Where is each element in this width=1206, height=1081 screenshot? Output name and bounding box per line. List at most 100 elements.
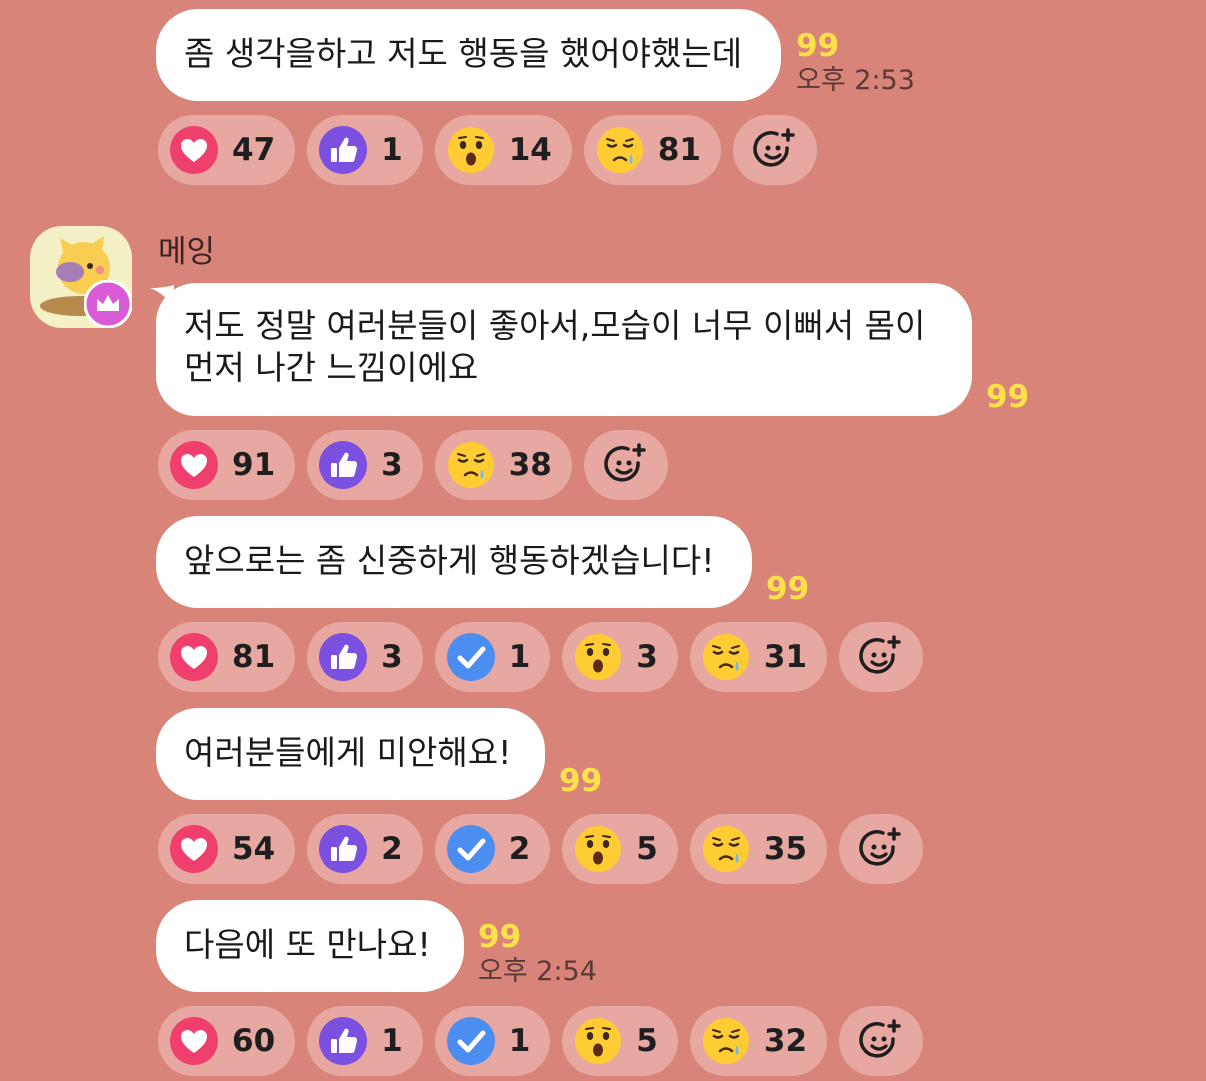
reaction-thumbs-up[interactable]: 3 — [307, 622, 423, 692]
reaction-heart[interactable]: 54 — [158, 814, 296, 884]
reaction-surprised[interactable]: 3 — [562, 622, 678, 692]
reaction-count: 47 — [232, 132, 276, 168]
reaction-surprised[interactable]: 14 — [434, 115, 572, 185]
heart-icon — [170, 633, 218, 681]
thumbs-up-icon — [319, 1017, 367, 1065]
check-icon — [447, 633, 495, 681]
add-reaction-icon — [751, 126, 799, 174]
sad-face-icon — [596, 126, 644, 174]
reaction-heart[interactable]: 60 — [158, 1006, 296, 1076]
reaction-sad[interactable]: 35 — [689, 814, 828, 884]
message-bubble[interactable]: 앞으로는 좀 신중하게 행동하겠습니다! — [156, 516, 752, 608]
timestamp: 오후 2:54 — [478, 956, 597, 987]
add-reaction-icon — [602, 441, 650, 489]
unread-count: 99 — [478, 919, 522, 955]
reaction-count: 1 — [381, 132, 403, 168]
sad-face-icon — [702, 633, 750, 681]
heart-icon — [170, 825, 218, 873]
reaction-sad[interactable]: 32 — [689, 1006, 828, 1076]
sad-face-icon — [702, 1017, 750, 1065]
reaction-thumbs-up[interactable]: 1 — [307, 1006, 423, 1076]
reaction-sad[interactable]: 31 — [689, 622, 828, 692]
check-icon — [447, 825, 495, 873]
sender-name: 메잉 — [158, 234, 216, 270]
reaction-surprised[interactable]: 5 — [562, 1006, 678, 1076]
sad-face-icon — [447, 441, 495, 489]
reaction-count: 32 — [763, 1023, 808, 1059]
reaction-heart[interactable]: 81 — [158, 622, 296, 692]
sad-face-icon — [702, 825, 750, 873]
avatar[interactable] — [30, 226, 133, 329]
message-text: 다음에 또 만나요! — [184, 925, 431, 964]
add-reaction-icon — [857, 825, 905, 873]
message-bubble[interactable]: 좀 생각을하고 저도 행동을 했어야했는데 — [156, 9, 781, 101]
reaction-sad[interactable]: 38 — [434, 430, 572, 500]
unread-count: 99 — [796, 28, 840, 64]
add-reaction-button[interactable] — [839, 814, 924, 884]
reaction-count: 2 — [381, 831, 403, 867]
timestamp: 오후 2:53 — [796, 65, 915, 96]
message-text: 앞으로는 좀 신중하게 행동하겠습니다! — [184, 541, 715, 580]
thumbs-up-icon — [319, 825, 367, 873]
message-meta: 99 오후 2:53 — [796, 28, 915, 98]
reaction-count: 91 — [232, 447, 276, 483]
reaction-count: 35 — [763, 831, 808, 867]
unread-count: 99 — [559, 763, 603, 799]
reaction-bar: 60 1 1 5 32 — [158, 1006, 924, 1076]
message-bubble[interactable]: 다음에 또 만나요! — [156, 900, 464, 992]
thumbs-up-icon — [319, 633, 367, 681]
message-meta: 99 — [986, 379, 1029, 415]
reaction-count: 81 — [232, 639, 276, 675]
reaction-bar: 91 3 38 — [158, 430, 668, 500]
reaction-surprised[interactable]: 5 — [562, 814, 678, 884]
reaction-heart[interactable]: 91 — [158, 430, 296, 500]
thumbs-up-icon — [319, 126, 367, 174]
add-reaction-icon — [857, 1017, 905, 1065]
thumbs-up-icon — [319, 441, 367, 489]
reaction-bar: 54 2 2 5 35 — [158, 814, 924, 884]
reaction-check[interactable]: 2 — [434, 814, 551, 884]
surprised-face-icon — [574, 1017, 622, 1065]
reaction-sad[interactable]: 81 — [583, 115, 721, 185]
message-meta: 99 — [559, 763, 602, 799]
reaction-count: 3 — [636, 639, 658, 675]
unread-count: 99 — [766, 571, 810, 607]
reaction-count: 5 — [636, 1023, 658, 1059]
add-reaction-button[interactable] — [733, 115, 817, 185]
heart-icon — [170, 1017, 218, 1065]
reaction-count: 81 — [657, 132, 701, 168]
reaction-bar: 47 1 14 81 — [158, 115, 817, 185]
reaction-count: 1 — [508, 639, 531, 675]
crown-badge-icon — [83, 279, 133, 329]
reaction-check[interactable]: 1 — [434, 622, 551, 692]
reaction-heart[interactable]: 47 — [158, 115, 296, 185]
message-text: 좀 생각을하고 저도 행동을 했어야했는데 — [184, 34, 743, 73]
reaction-count: 60 — [232, 1023, 276, 1059]
message-bubble[interactable]: 여러분들에게 미안해요! — [156, 708, 545, 800]
add-reaction-button[interactable] — [839, 1006, 924, 1076]
unread-count: 99 — [986, 379, 1030, 415]
surprised-face-icon — [447, 126, 495, 174]
surprised-face-icon — [574, 825, 622, 873]
message-bubble[interactable]: 저도 정말 여러분들이 좋아서,모습이 너무 이뻐서 몸이 먼저 나간 느낌이에… — [156, 283, 972, 416]
message-text: 여러분들에게 미안해요! — [184, 733, 512, 772]
message-meta: 99 — [766, 571, 809, 607]
reaction-thumbs-up[interactable]: 1 — [307, 115, 423, 185]
reaction-count: 14 — [508, 132, 552, 168]
reaction-count: 38 — [508, 447, 552, 483]
add-reaction-button[interactable] — [839, 622, 924, 692]
reaction-count: 54 — [232, 831, 276, 867]
reaction-bar: 81 3 1 3 31 — [158, 622, 924, 692]
reaction-thumbs-up[interactable]: 3 — [307, 430, 423, 500]
reaction-count: 1 — [381, 1023, 403, 1059]
heart-icon — [170, 126, 218, 174]
add-reaction-icon — [857, 633, 905, 681]
reaction-count: 3 — [381, 447, 403, 483]
reaction-check[interactable]: 1 — [434, 1006, 551, 1076]
message-meta: 99 오후 2:54 — [478, 919, 597, 989]
reaction-count: 2 — [508, 831, 531, 867]
surprised-face-icon — [574, 633, 622, 681]
reaction-thumbs-up[interactable]: 2 — [307, 814, 423, 884]
reaction-count: 3 — [381, 639, 403, 675]
add-reaction-button[interactable] — [583, 430, 668, 500]
